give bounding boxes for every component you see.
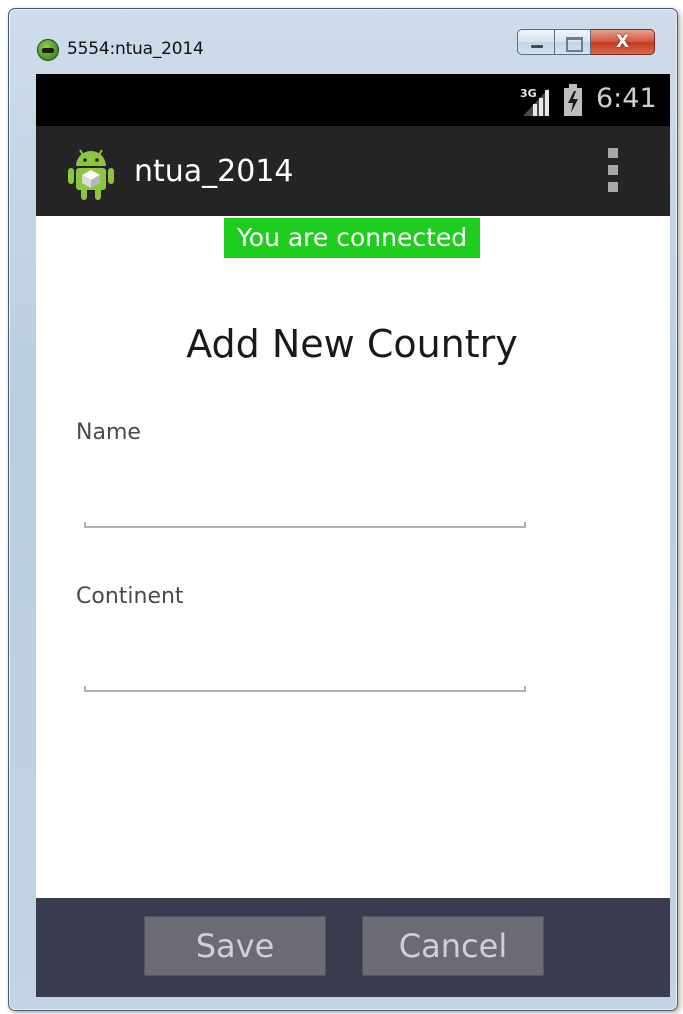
- maximize-icon[interactable]: [555, 29, 591, 55]
- form-heading: Add New Country: [186, 322, 518, 366]
- android-logo-icon: [68, 149, 114, 200]
- save-button[interactable]: Save: [144, 916, 326, 976]
- name-input-tick-left: [84, 522, 86, 528]
- close-glyph: X: [615, 32, 630, 52]
- continent-label: Continent: [76, 584, 184, 609]
- window-controls: X: [517, 29, 655, 55]
- cancel-button[interactable]: Cancel: [362, 916, 544, 976]
- name-input-tick-right: [524, 522, 526, 528]
- continent-input-tick-right: [524, 686, 526, 692]
- name-label: Name: [76, 420, 141, 445]
- window-titlebar[interactable]: 5554:ntua_2014 X: [9, 9, 677, 75]
- button-bar: Save Cancel: [36, 898, 670, 997]
- window-title: 5554:ntua_2014: [67, 39, 204, 59]
- action-bar: ntua_2014: [36, 126, 670, 216]
- network-type-label: 3G: [520, 87, 537, 100]
- signal-3g-icon: 3G: [520, 87, 549, 116]
- status-bar: 3G 6:41: [36, 74, 670, 126]
- emulator-app-icon: [37, 39, 59, 61]
- minimize-icon[interactable]: [517, 29, 555, 55]
- status-clock: 6:41: [596, 83, 657, 114]
- battery-charging-icon: [564, 84, 582, 116]
- app-title: ntua_2014: [134, 154, 294, 189]
- connection-status-badge: You are connected: [224, 218, 480, 258]
- continent-input-tick-left: [84, 686, 86, 692]
- continent-input[interactable]: [84, 652, 526, 692]
- android-screen: 3G 6:41 ntua_2014 You are connected Add …: [36, 74, 670, 997]
- close-icon[interactable]: X: [591, 29, 655, 55]
- overflow-menu-icon[interactable]: [608, 148, 620, 194]
- name-input[interactable]: [84, 488, 526, 528]
